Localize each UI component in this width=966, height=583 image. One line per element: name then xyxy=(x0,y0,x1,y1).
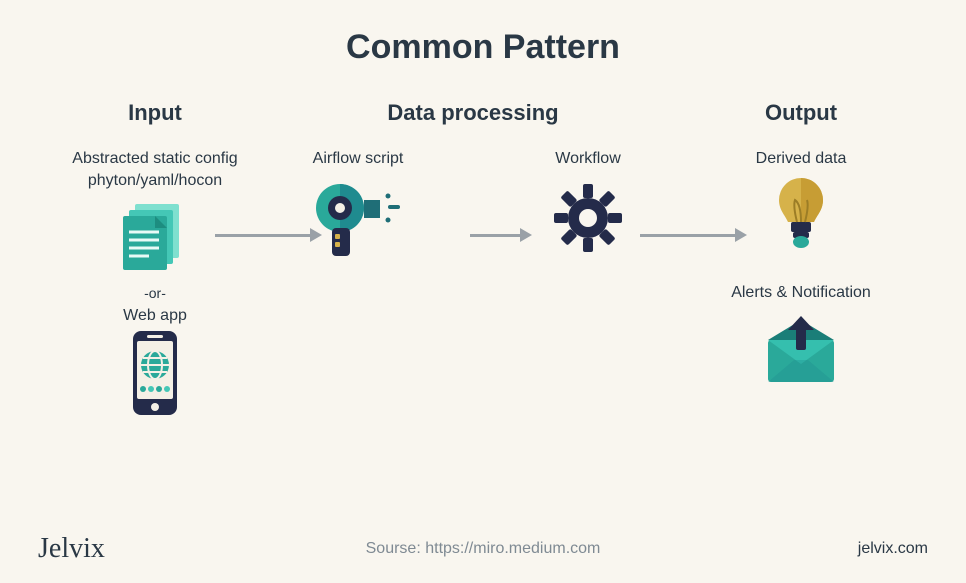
diagram-columns: Input Abstracted static config phyton/ya… xyxy=(0,100,966,419)
column-output: Output Derived data Alerts & Notificatio… xyxy=(686,100,916,419)
workflow-label: Workflow xyxy=(513,148,663,170)
config-label: Abstracted static config phyton/yaml/hoc… xyxy=(50,148,260,191)
or-separator: -or- xyxy=(50,285,260,301)
airflow-label: Airflow script xyxy=(283,148,433,170)
site-url: jelvix.com xyxy=(858,540,928,558)
jelvix-logo: Jelvix xyxy=(38,533,105,565)
workflow-cell: Workflow xyxy=(513,148,663,262)
mail-upload-icon xyxy=(686,311,916,391)
arrow-airflow-to-workflow xyxy=(470,228,532,242)
derived-label: Derived data xyxy=(686,148,916,170)
output-heading: Output xyxy=(686,100,916,126)
airflow-cell: Airflow script xyxy=(283,148,433,262)
phone-globe-icon xyxy=(50,335,260,415)
column-processing: Data processing Airflow script xyxy=(283,100,663,419)
webapp-label: Web app xyxy=(50,305,260,327)
input-heading: Input xyxy=(50,100,260,126)
arrow-input-to-airflow xyxy=(215,228,322,242)
arrow-workflow-to-output xyxy=(640,228,747,242)
page-title: Common Pattern xyxy=(0,0,966,67)
source-url: https://miro.medium.com xyxy=(425,540,600,557)
config-label-line1: Abstracted static config xyxy=(72,150,237,167)
source-line: Sourse: https://miro.medium.com xyxy=(0,540,966,558)
processing-heading: Data processing xyxy=(283,100,663,126)
alerts-label: Alerts & Notification xyxy=(686,282,916,304)
footer: Jelvix Sourse: https://miro.medium.com j… xyxy=(0,533,966,565)
source-prefix: Sourse: xyxy=(366,540,426,557)
gear-icon xyxy=(513,178,663,258)
config-label-line2: phyton/yaml/hocon xyxy=(88,172,222,189)
column-input: Input Abstracted static config phyton/ya… xyxy=(50,100,260,419)
hairdryer-icon xyxy=(283,178,433,258)
